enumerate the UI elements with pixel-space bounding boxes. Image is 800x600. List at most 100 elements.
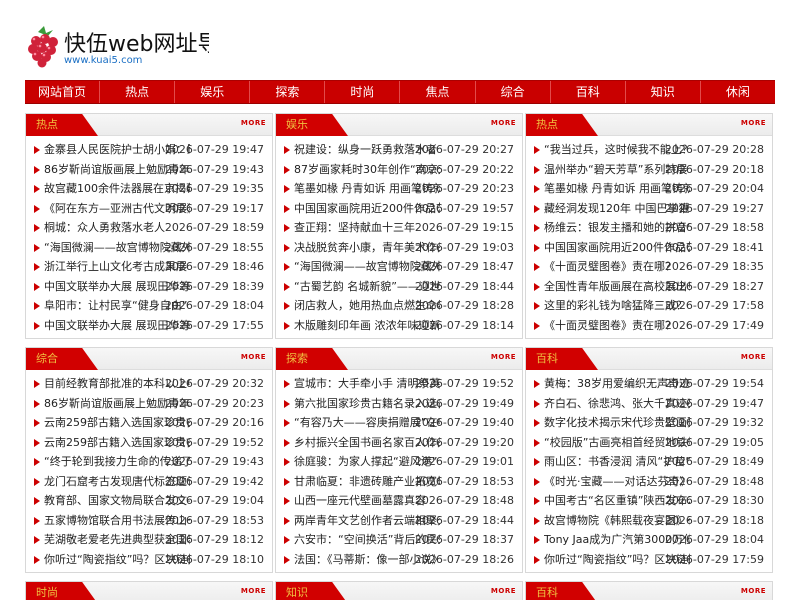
site-url[interactable]: www.kuai5.com bbox=[64, 55, 142, 66]
list-item: “古蜀艺韵 名城新貌”——迎世遗福2026-07-29 18:44 bbox=[282, 277, 516, 297]
list-item: 徐庭骏：为家人撑起“避风港” 2026-07-29 19:01 bbox=[282, 452, 516, 472]
nav-item-0[interactable]: 网站首页 bbox=[25, 81, 99, 103]
list-item: 芜湖敬老爱老先进典型获全国表彰2026-07-29 18:12 bbox=[32, 530, 266, 550]
news-date: 2026-07-29 19:01 bbox=[414, 455, 514, 468]
list-item: 第六批国家珍贵古籍名录入选古籍2026-07-29 19:49 bbox=[282, 394, 516, 414]
panel-header: 综合 MORE bbox=[26, 348, 272, 370]
bullet-arrow-icon bbox=[284, 204, 290, 213]
list-item: 查正翔：坚持献血十三年 2026-07-29 19:15 bbox=[282, 218, 516, 238]
nav-item-4[interactable]: 时尚 bbox=[324, 81, 399, 103]
list-item: 甘肃临夏：非遗砖雕产业拓宽增收2026-07-29 18:53 bbox=[282, 472, 516, 492]
nav-item-7[interactable]: 百科 bbox=[549, 81, 625, 103]
news-date: 2026-07-29 18:44 bbox=[414, 513, 514, 527]
news-date: 2026-07-29 17:49 bbox=[664, 318, 764, 332]
more-link[interactable]: MORE bbox=[741, 119, 766, 127]
nav-item-6[interactable]: 综合 bbox=[474, 81, 550, 103]
news-date: 2026-07-29 18:58 bbox=[664, 221, 764, 234]
list-item: 雨山区：书香浸润 清风“护苗” 2026-07-29 18:49 bbox=[532, 452, 766, 472]
bullet-arrow-icon bbox=[284, 380, 290, 388]
list-item: 乡村振兴全国书画名家百人作品邀2026-07-29 19:20 bbox=[282, 433, 516, 453]
list-item: 两岸青年文艺创作者云端相聚交流2026-07-29 18:44 bbox=[282, 511, 516, 531]
panel-header: 热点 MORE bbox=[526, 114, 772, 136]
nav-item-5[interactable]: 焦点 bbox=[399, 81, 474, 103]
nav-item-9[interactable]: 休闲 bbox=[699, 81, 775, 103]
more-link[interactable]: MORE bbox=[241, 119, 266, 127]
bullet-arrow-icon bbox=[284, 399, 290, 408]
news-date: 2026-07-29 17:58 bbox=[664, 299, 764, 312]
nav-item-3[interactable]: 探索 bbox=[249, 81, 324, 103]
panel-title[interactable]: 热点 bbox=[26, 114, 98, 136]
bullet-arrow-icon bbox=[34, 263, 40, 271]
nav-item-2[interactable]: 娱乐 bbox=[174, 81, 249, 103]
news-date: 2026-07-29 19:04 bbox=[164, 494, 264, 507]
bullet-arrow-icon bbox=[534, 204, 540, 213]
panel-header: 热点 MORE bbox=[26, 114, 272, 136]
news-date: 2026-07-29 18:26 bbox=[414, 552, 514, 566]
bullet-arrow-icon bbox=[284, 282, 290, 291]
list-item: 你听过“陶瓷指纹”吗？区块链技术助2026-07-29 18:10 bbox=[32, 550, 266, 570]
list-item: 温州举办“碧天芳草”系列特展 再现2026-07-29 20:18 bbox=[532, 160, 766, 180]
panel-tab: 热点 bbox=[526, 114, 598, 136]
panel-title[interactable]: 时尚 bbox=[26, 582, 98, 600]
list-item: 故宫藏100余件法器展在京揭幕 2026-07-29 19:35 bbox=[32, 179, 266, 199]
panel-tab: 百科 bbox=[526, 582, 598, 600]
news-date: 2026-07-29 20:28 bbox=[664, 143, 764, 156]
nav-item-8[interactable]: 知识 bbox=[624, 81, 700, 103]
news-date: 2026-07-29 19:57 bbox=[414, 201, 514, 215]
panel-title[interactable]: 百科 bbox=[526, 348, 598, 370]
news-date: 2026-07-29 19:47 bbox=[664, 396, 764, 410]
panel-title[interactable]: 百科 bbox=[526, 582, 598, 600]
news-date: 2026-07-29 18:46 bbox=[164, 260, 264, 273]
panel-title[interactable]: 娱乐 bbox=[276, 114, 348, 136]
news-panel: 百科 MORE 黄梅：38岁用爱编织无声奇迹 2026-07-29 19:54 齐白石、… bbox=[525, 347, 773, 573]
more-link[interactable]: MORE bbox=[491, 119, 516, 127]
panel-tab: 娱乐 bbox=[276, 114, 348, 136]
bullet-arrow-icon bbox=[34, 165, 40, 174]
news-date: 2026-07-29 19:17 bbox=[164, 201, 264, 215]
panel-title[interactable]: 综合 bbox=[26, 348, 98, 370]
news-date: 2026-07-29 18:18 bbox=[664, 513, 764, 527]
bullet-arrow-icon bbox=[284, 458, 290, 466]
news-date: 2026-07-29 18:27 bbox=[664, 279, 764, 293]
more-link[interactable]: MORE bbox=[491, 587, 516, 595]
nav-item-1[interactable]: 热点 bbox=[99, 81, 174, 103]
list-item: 《时光·宝藏——对话达芬奇》沉浸2026-07-29 18:48 bbox=[532, 472, 766, 492]
list-item: 杨维云：银发主播和她的拼音“课堂2026-07-29 18:58 bbox=[532, 218, 766, 238]
raspberry-logo-icon[interactable] bbox=[26, 24, 62, 68]
bullet-arrow-icon bbox=[34, 536, 40, 544]
news-date: 2026-07-29 18:39 bbox=[164, 279, 264, 293]
list-item: 数字化技术揭示宋代珍贵壁画更多2026-07-29 19:32 bbox=[532, 413, 766, 433]
site-title[interactable]: 快伍web网址导 bbox=[64, 26, 209, 58]
more-link[interactable]: MORE bbox=[491, 353, 516, 361]
bullet-arrow-icon bbox=[34, 204, 40, 213]
news-date: 2026-07-29 19:47 bbox=[164, 143, 264, 156]
list-item: 这里的彩礼钱为啥猛降三成？ 2026-07-29 17:58 bbox=[532, 296, 766, 316]
panel-header: 娱乐 MORE bbox=[276, 114, 522, 136]
list-item: 全国性青年版画展在高校展出！探2026-07-29 18:27 bbox=[532, 277, 766, 297]
bullet-arrow-icon bbox=[284, 438, 290, 447]
bullet-arrow-icon bbox=[34, 146, 40, 154]
bullet-arrow-icon bbox=[34, 224, 40, 232]
bullet-arrow-icon bbox=[284, 224, 290, 232]
bullet-arrow-icon bbox=[534, 477, 540, 486]
bullet-arrow-icon bbox=[284, 477, 290, 486]
more-link[interactable]: MORE bbox=[741, 353, 766, 361]
list-item: 86岁靳尚谊版画展上勉励青年画家2026-07-29 19:43 bbox=[32, 160, 266, 180]
more-link[interactable]: MORE bbox=[241, 587, 266, 595]
more-link[interactable]: MORE bbox=[741, 587, 766, 595]
bullet-arrow-icon bbox=[534, 146, 540, 154]
bullet-arrow-icon bbox=[284, 185, 290, 193]
panel-title[interactable]: 知识 bbox=[276, 582, 348, 600]
list-item: 中国国家画院用近200件作品艺术再2026-07-29 18:41 bbox=[532, 238, 766, 258]
news-list: “我当过兵，这时候我不能上？” 2026-07-29 20:28 温州举办“碧天芳草… bbox=[526, 136, 772, 335]
bullet-arrow-icon bbox=[34, 380, 40, 388]
news-date: 2026-07-29 19:20 bbox=[414, 435, 514, 449]
panel-title[interactable]: 热点 bbox=[526, 114, 598, 136]
news-panel: 娱乐 MORE 祝建设：纵身一跃勇救落水者 2026-07-29 20:27 87岁画家… bbox=[275, 113, 523, 339]
panel-title[interactable]: 探索 bbox=[276, 348, 348, 370]
list-item: 教育部、国家文物局联合发文——2026-07-29 19:04 bbox=[32, 491, 266, 511]
list-item: 云南259部古籍入选国家珍贵古籍名2026-07-29 20:16 bbox=[32, 413, 266, 433]
news-panel: 时尚 MORE bbox=[25, 581, 273, 600]
more-link[interactable]: MORE bbox=[241, 353, 266, 361]
page: 快伍web网址导 www.kuai5.com 网站首页 热点 娱乐 探索 时尚 焦点 综合百… bbox=[0, 0, 800, 600]
